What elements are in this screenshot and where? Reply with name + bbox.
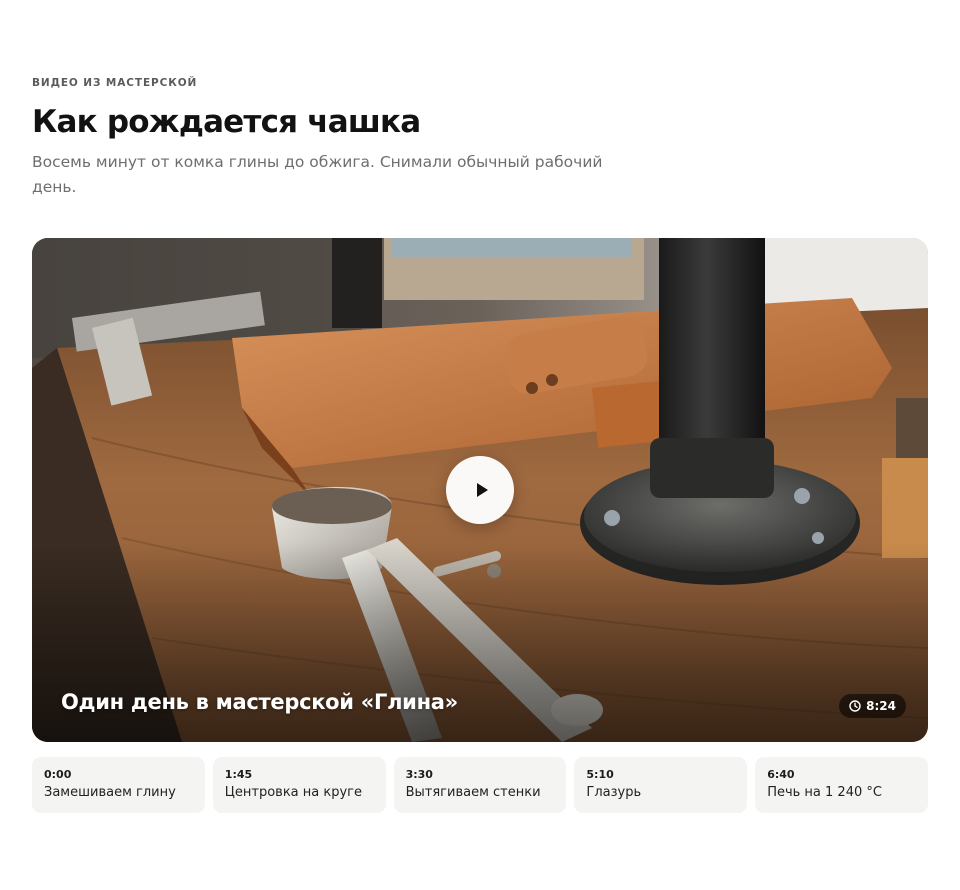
play-button[interactable] <box>446 456 514 524</box>
chapter-time: 3:30 <box>405 768 433 781</box>
clock-icon <box>849 700 861 712</box>
video-title: Один день в мастерской «Глина» <box>61 690 458 714</box>
play-icon <box>476 483 488 497</box>
duration-badge: 8:24 <box>839 694 906 718</box>
chapter-time: 5:10 <box>586 768 614 781</box>
chapter-item[interactable]: 6:40 Печь на 1 240 °C <box>755 757 928 813</box>
chapter-label: Вытягиваем стенки <box>405 785 541 800</box>
chapter-item[interactable]: 1:45 Центровка на круге <box>212 757 386 813</box>
chapter-list: 0:00 Замешиваем глину 1:45 Центровка на … <box>32 757 928 813</box>
chapter-time: 0:00 <box>44 768 72 781</box>
video-player[interactable]: Один день в мастерской «Глина» 8:24 <box>32 238 928 742</box>
page-title: Как рождается чашка <box>32 104 421 140</box>
chapter-label: Центровка на круге <box>224 785 363 800</box>
chapter-time: 6:40 <box>767 768 795 781</box>
section-kicker: ВИДЕО ИЗ МАСТЕРСКОЙ <box>32 77 198 89</box>
chapter-label: Печь на 1 240 °C <box>767 785 882 800</box>
page-header: ВИДЕО ИЗ МАСТЕРСКОЙ Как рождается чашка … <box>32 77 652 199</box>
duration-text: 8:24 <box>866 699 896 713</box>
chapter-item[interactable]: 5:10 Глазурь <box>574 757 748 813</box>
chapter-label: Замешиваем глину <box>44 785 176 800</box>
chapter-label: Глазурь <box>586 785 642 800</box>
page-subtitle: Восемь минут от комка глины до обжига. С… <box>32 153 603 196</box>
chapter-time: 1:45 <box>224 768 253 781</box>
chapter-item[interactable]: 3:30 Вытягиваем стенки <box>393 757 567 813</box>
chapter-item[interactable]: 0:00 Замешиваем глину <box>32 757 205 813</box>
